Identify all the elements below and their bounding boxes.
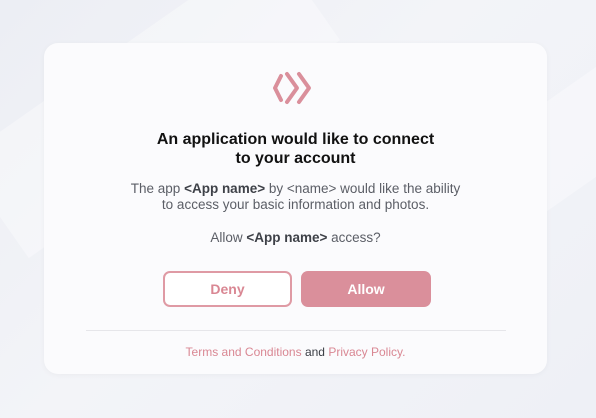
desc-line2: to access your basic information and pho… xyxy=(161,197,430,212)
deny-button[interactable]: Deny xyxy=(163,271,292,307)
desc-line1-suffix: would like the ability xyxy=(336,181,461,196)
dialog-title-line2: to your account xyxy=(235,150,356,167)
allow-button[interactable]: Allow xyxy=(301,271,431,307)
and-text: and xyxy=(301,345,329,359)
divider xyxy=(86,330,506,331)
owner-name: <name> xyxy=(286,181,337,196)
allow-prefix: Allow xyxy=(210,230,247,245)
allow-question: Allow <App name> access? xyxy=(44,230,547,246)
privacy-link[interactable]: Privacy Policy. xyxy=(328,345,405,359)
desc-by: by xyxy=(265,181,287,196)
dialog-title: An application would like to connect to … xyxy=(44,130,547,168)
authorization-dialog: An application would like to connect to … xyxy=(44,43,547,374)
app-name: <App name> xyxy=(184,181,266,196)
terms-link[interactable]: Terms and Conditions xyxy=(186,345,302,359)
desc-prefix: The app xyxy=(130,181,185,196)
dialog-title-line1: An application would like to connect xyxy=(156,131,435,148)
double-chevron-logo-icon xyxy=(273,72,311,104)
footer-links: Terms and Conditions and Privacy Policy. xyxy=(44,345,547,359)
allow-suffix: access? xyxy=(327,230,381,245)
dialog-description: The app <App name> by <name> would like … xyxy=(44,181,547,213)
app-name-allow: <App name> xyxy=(246,230,328,245)
